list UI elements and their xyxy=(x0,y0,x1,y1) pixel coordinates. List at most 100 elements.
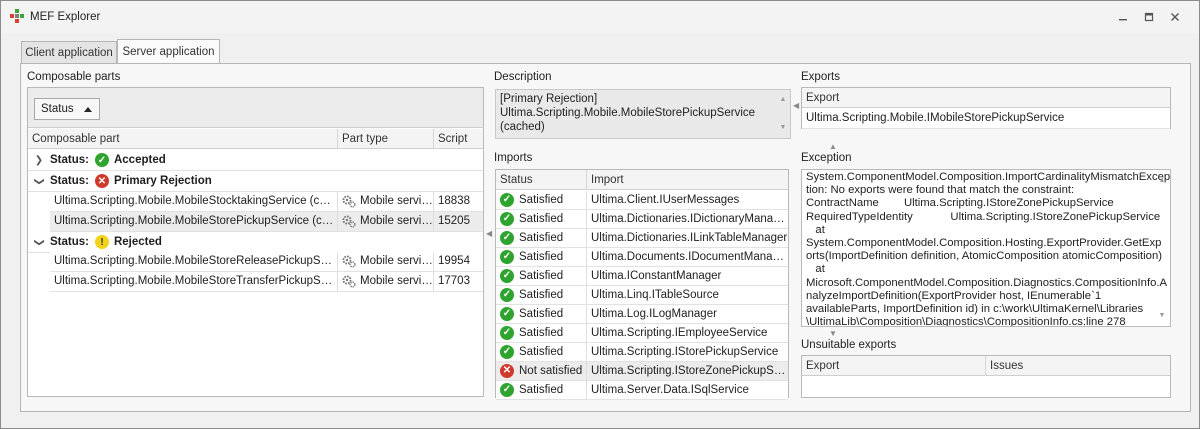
table-row[interactable]: Ultima.Scripting.Mobile.MobileStoreRelea… xyxy=(50,252,483,272)
scroll-up-icon[interactable]: ▲ xyxy=(1158,174,1166,187)
cell-status: ✓ Satisfied xyxy=(496,286,587,305)
check-icon: ✓ xyxy=(500,344,514,359)
gear-icon xyxy=(342,195,356,208)
check-icon: ✓ xyxy=(500,192,514,207)
maximize-button[interactable] xyxy=(1141,9,1157,25)
column-export[interactable]: Export xyxy=(802,356,986,376)
exception-line: Microsoft.ComponentModel.Composition.Dia… xyxy=(806,276,1168,289)
close-icon xyxy=(1171,13,1179,21)
group-value: Rejected xyxy=(113,236,162,248)
table-row[interactable]: ✓ Satisfied Ultima.Scripting.IStorePickupS… xyxy=(496,343,788,362)
table-row[interactable]: ✓ Satisfied Ultima.Log.ILogManager xyxy=(496,305,788,324)
description-line: [Primary Rejection] xyxy=(500,93,598,105)
cell-import: Ultima.Dictionaries.IDictionaryManager xyxy=(591,213,788,225)
chevron-right-icon[interactable]: ❯ xyxy=(28,155,50,166)
part-type-text: Mobile service xyxy=(360,195,434,207)
column-issues[interactable]: Issues xyxy=(986,356,1170,376)
table-row[interactable]: ✕ Not satisfied Ultima.Scripting.IStoreZon… xyxy=(496,362,788,381)
group-by-status-button[interactable]: Status xyxy=(34,98,100,120)
column-export[interactable]: Export xyxy=(802,88,1170,108)
column-import[interactable]: Import xyxy=(587,170,788,190)
column-part-type[interactable]: Part type xyxy=(338,129,434,149)
scroll-down-icon[interactable]: ▼ xyxy=(779,121,787,135)
table-row[interactable]: ✓ Satisfied Ultima.Server.Data.ISqlService xyxy=(496,381,788,400)
table-row[interactable]: ✓ Satisfied Ultima.Linq.ITableSource xyxy=(496,286,788,305)
unsuitable-exports-header: Export Issues xyxy=(802,356,1170,376)
column-status[interactable]: Status xyxy=(496,170,587,190)
table-row[interactable]: Ultima.Scripting.Mobile.MobileStoreTrans… xyxy=(50,272,483,292)
group-row-primary-rejection[interactable]: ❯ Status: ✕ Primary Rejection xyxy=(28,171,483,192)
tab-client-application[interactable]: Client application xyxy=(21,41,117,63)
check-icon: ✓ xyxy=(500,382,514,397)
scroll-up-icon[interactable]: ▲ xyxy=(779,93,787,107)
cell-import: Ultima.Scripting.IStoreZonePickupService xyxy=(591,365,788,377)
cell-import: Ultima.Linq.ITableSource xyxy=(591,289,719,301)
error-icon: ✕ xyxy=(94,174,109,188)
tab-server-application[interactable]: Server application xyxy=(117,39,220,63)
unsuitable-exports-label: Unsuitable exports xyxy=(801,339,897,351)
minimize-icon xyxy=(1119,19,1127,21)
table-row[interactable]: ✓ Satisfied Ultima.Client.IUserMessages xyxy=(496,191,788,210)
gear-icon xyxy=(342,215,356,228)
cell-script: 18838 xyxy=(438,195,470,207)
table-row[interactable]: ✓ Satisfied Ultima.Documents.IDocumentMana… xyxy=(496,248,788,267)
column-script[interactable]: Script xyxy=(434,129,483,149)
group-prefix: Status: xyxy=(50,175,89,187)
imports-label: Imports xyxy=(494,152,533,164)
exception-line: at xyxy=(806,223,825,236)
horizontal-splitter[interactable]: ▲ xyxy=(829,142,837,151)
exception-line: System.ComponentModel.Composition.Import… xyxy=(806,171,1171,183)
exception-line: RequiredTypeIdentity Ultima.Scripting.IS… xyxy=(806,210,1161,223)
group-by-panel: Status xyxy=(28,88,483,128)
check-icon: ✓ xyxy=(500,306,514,321)
title-bar: MEF Explorer xyxy=(1,1,1199,33)
chevron-down-icon[interactable]: ❯ xyxy=(34,231,45,253)
chevron-down-icon[interactable]: ❯ xyxy=(34,170,45,192)
exception-line: tion: No exports were found that match t… xyxy=(806,184,1075,197)
sort-ascending-icon xyxy=(83,106,92,112)
cell-script: 15205 xyxy=(438,215,470,227)
main-window: MEF Explorer Client application Server a… xyxy=(0,0,1200,429)
table-row-selected[interactable]: Ultima.Scripting.Mobile.MobileStorePicku… xyxy=(50,212,483,232)
exception-line: System.ComponentModel.Composition.Hostin… xyxy=(806,237,1162,250)
status-text: Satisfied xyxy=(519,270,564,282)
group-row-accepted[interactable]: ❯ Status: ✓ Accepted xyxy=(28,150,483,171)
composable-parts-header: Composable part Part type Script xyxy=(28,129,483,149)
status-text: Satisfied xyxy=(519,232,564,244)
cell-status: ✓ Satisfied xyxy=(496,267,587,286)
table-row[interactable]: ✓ Satisfied Ultima.Scripting.IEmployeeServ… xyxy=(496,324,788,343)
table-row[interactable]: Ultima.Scripting.Mobile.MobileStocktakin… xyxy=(50,192,483,212)
table-row[interactable]: ✓ Satisfied Ultima.IConstantManager xyxy=(496,267,788,286)
group-row-rejected[interactable]: ❯ Status: ! Rejected xyxy=(28,232,483,253)
tab-label: Client application xyxy=(25,46,113,59)
cell-composable-part: Ultima.Scripting.Mobile.MobileStocktakin… xyxy=(50,192,338,212)
horizontal-splitter[interactable]: ▼ xyxy=(829,329,837,338)
scroll-down-icon[interactable]: ▼ xyxy=(1158,309,1166,322)
cell-status: ✕ Not satisfied xyxy=(496,362,587,381)
cell-import: Ultima.Client.IUserMessages xyxy=(591,194,740,206)
vertical-splitter[interactable]: ◀ xyxy=(793,101,799,110)
check-icon: ✓ xyxy=(94,153,109,167)
cell-export: Ultima.Scripting.Mobile.IMobileStorePick… xyxy=(806,112,1065,124)
table-row[interactable]: Ultima.Scripting.Mobile.IMobileStorePick… xyxy=(802,109,1170,129)
column-composable-part[interactable]: Composable part xyxy=(28,129,338,149)
check-icon: ✓ xyxy=(500,230,514,245)
part-type-text: Mobile service xyxy=(360,215,434,227)
group-prefix: Status: xyxy=(50,154,89,166)
imports-grid: Status Import ✓ Satisfied Ultima.Client.IU… xyxy=(495,169,789,400)
table-row[interactable]: ✓ Satisfied Ultima.Dictionaries.ILinkTable… xyxy=(496,229,788,248)
status-text: Satisfied xyxy=(519,346,564,358)
minimize-button[interactable] xyxy=(1115,9,1131,25)
composable-parts-label: Composable parts xyxy=(27,71,121,83)
table-row[interactable]: ✓ Satisfied Ultima.Dictionaries.IDictionar… xyxy=(496,210,788,229)
status-text: Satisfied xyxy=(519,384,564,396)
unsuitable-exports-grid: Export Issues xyxy=(801,355,1171,398)
close-button[interactable] xyxy=(1167,9,1183,25)
gear-icon xyxy=(342,275,356,288)
cell-part-type: Mobile service xyxy=(338,212,434,232)
cell-part-type: Mobile service xyxy=(338,252,434,272)
exception-line: ContractName Ultima.Scripting.IStoreZone… xyxy=(806,197,1114,210)
vertical-splitter[interactable]: ◀ xyxy=(486,229,492,238)
cell-status: ✓ Satisfied xyxy=(496,324,587,343)
check-icon: ✓ xyxy=(500,249,514,264)
